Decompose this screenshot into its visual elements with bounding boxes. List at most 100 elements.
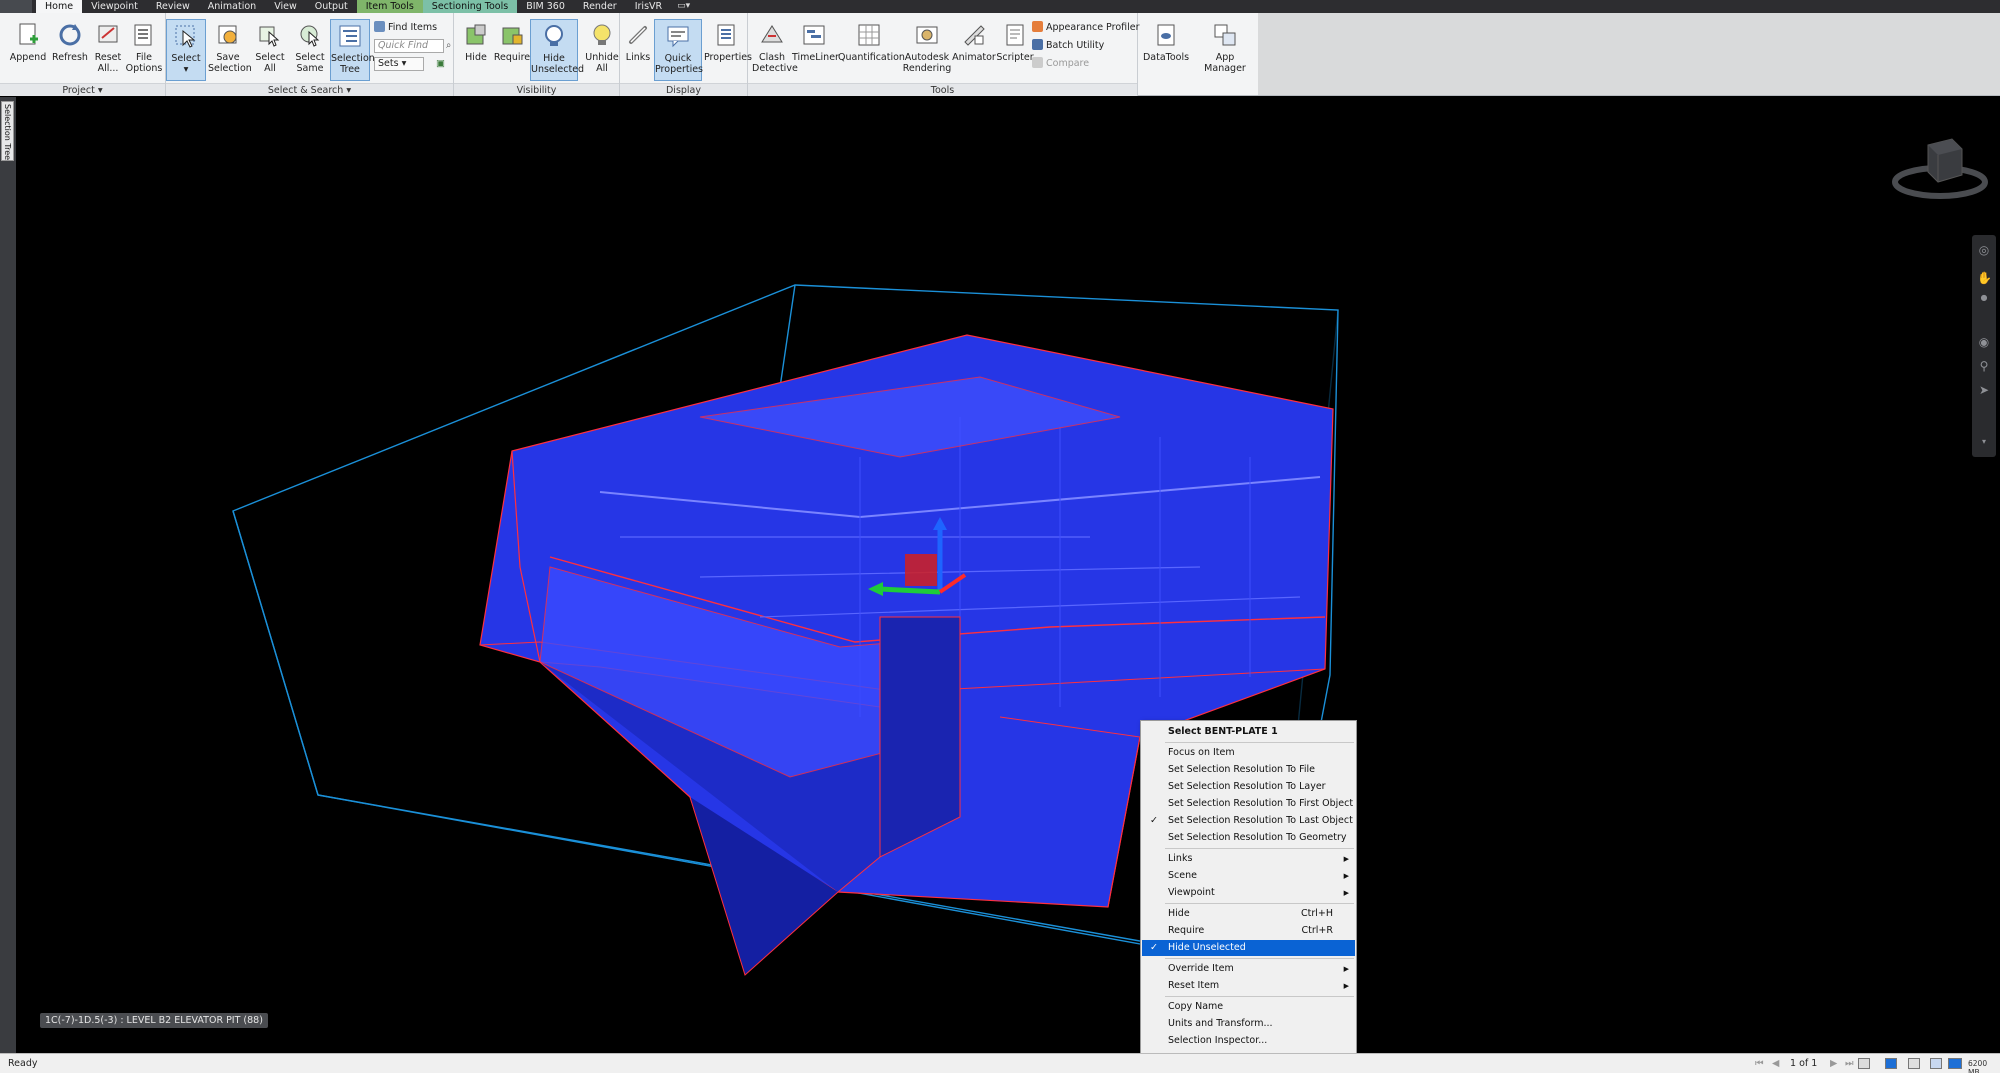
- select-same-button[interactable]: Select Same: [290, 19, 330, 81]
- autodesk-rendering-button[interactable]: Autodesk Rendering: [902, 19, 952, 81]
- quick-find-search-icon[interactable]: ⌕: [446, 39, 451, 53]
- save-selection-button[interactable]: Save Selection: [208, 19, 252, 81]
- viewcube[interactable]: [1880, 127, 1990, 207]
- tab-bim360[interactable]: BIM 360: [517, 0, 574, 13]
- select-all-icon: [257, 22, 283, 48]
- menu-separator: [1165, 958, 1354, 959]
- tab-review[interactable]: Review: [147, 0, 199, 13]
- menu-item-resolution-last-object[interactable]: ✓ Set Selection Resolution To Last Object: [1142, 813, 1355, 829]
- tab-home[interactable]: Home: [36, 0, 83, 13]
- scripter-button[interactable]: Scripter: [996, 19, 1034, 81]
- properties-button[interactable]: Properties: [704, 19, 752, 81]
- quick-properties-button[interactable]: Quick Properties: [654, 19, 703, 81]
- require-button[interactable]: Require: [492, 19, 532, 81]
- datatools-button[interactable]: DataTools: [1142, 19, 1190, 81]
- tab-view[interactable]: View: [265, 0, 306, 13]
- menu-item-copy-name[interactable]: Copy Name: [1142, 999, 1355, 1015]
- compare-button[interactable]: Compare: [1032, 57, 1089, 71]
- select-cursor-icon: [173, 23, 199, 49]
- animator-button[interactable]: Animator: [952, 19, 996, 81]
- select-arrow-icon[interactable]: ➤: [1977, 383, 1991, 397]
- append-icon: [15, 22, 41, 48]
- sets-manage-icon[interactable]: ▣: [436, 57, 445, 71]
- file-options-button[interactable]: File Options: [124, 19, 164, 81]
- find-items-button[interactable]: Find Items: [374, 21, 437, 35]
- menu-item-resolution-layer[interactable]: Set Selection Resolution To Layer: [1142, 779, 1355, 795]
- model-scene[interactable]: [0, 97, 2000, 1053]
- tab-animation[interactable]: Animation: [199, 0, 265, 13]
- panel-select-search: Select ▾ Save Selection Select All Selec…: [166, 13, 454, 96]
- app-manager-button[interactable]: App Manager: [1194, 19, 1256, 81]
- panel-extra: DataTools App Manager: [1138, 13, 1258, 96]
- select-all-button[interactable]: Select All: [250, 19, 290, 81]
- hide-unselected-button[interactable]: Hide Unselected: [530, 19, 584, 81]
- memory-usage: 6200 MB: [1968, 1059, 1988, 1073]
- clash-detective-button[interactable]: Clash Detective: [752, 19, 798, 81]
- quantification-button[interactable]: Quantification: [838, 19, 905, 81]
- links-button[interactable]: Links: [622, 19, 654, 81]
- selection-tree-icon: [337, 23, 363, 49]
- selection-tree-button[interactable]: Selection Tree: [330, 19, 375, 81]
- tab-render[interactable]: Render: [574, 0, 626, 13]
- tab-item-tools[interactable]: Item Tools: [356, 0, 423, 13]
- select-same-icon: [297, 22, 323, 48]
- append-button[interactable]: Append: [8, 19, 48, 81]
- menu-item-override-item[interactable]: Override Item ▶: [1142, 961, 1355, 977]
- status-bar: Ready ⏮ ◀ 1 of 1 ▶ ⏭ 6200 MB: [0, 1053, 2000, 1073]
- refresh-button[interactable]: Refresh: [50, 19, 90, 81]
- menu-item-selection-inspector[interactable]: Selection Inspector...: [1142, 1033, 1355, 1049]
- first-sheet-icon[interactable]: ⏮: [1755, 1058, 1767, 1069]
- sheet-browser-icon[interactable]: [1858, 1058, 1870, 1069]
- menu-item-viewpoint[interactable]: Viewpoint ▶: [1142, 885, 1355, 901]
- menu-item-focus-on-item[interactable]: Focus on Item: [1142, 745, 1355, 761]
- tab-viewpoint[interactable]: Viewpoint: [82, 0, 147, 13]
- zoom-dot-icon[interactable]: ●: [1977, 291, 1991, 305]
- tab-output[interactable]: Output: [306, 0, 357, 13]
- menu-separator: [1165, 903, 1354, 904]
- datatools-icon: [1153, 22, 1179, 48]
- pan-hand-icon[interactable]: ✋: [1977, 271, 1992, 285]
- panel-visibility: Hide Require Hide Unselected Unhide All …: [454, 13, 620, 96]
- panel-select-search-label[interactable]: Select & Search ▾: [166, 83, 453, 96]
- 3d-viewport[interactable]: Selection Tree ◎ ✋ ● ◉ ⚲ ➤ ▾ 1C(-7)-1D.5…: [0, 97, 2000, 1054]
- menu-item-hide-unselected[interactable]: ✓ Hide Unselected: [1142, 940, 1355, 956]
- reset-all-button[interactable]: Reset All...: [88, 19, 128, 81]
- timeliner-button[interactable]: TimeLiner: [792, 19, 839, 81]
- navbar-menu-icon[interactable]: ▾: [1977, 435, 1991, 449]
- next-sheet-icon[interactable]: ▶: [1830, 1058, 1842, 1069]
- panel-project-label[interactable]: Project ▾: [0, 83, 165, 96]
- walk-icon[interactable]: ⚲: [1977, 359, 1991, 373]
- menu-item-reset-item[interactable]: Reset Item ▶: [1142, 978, 1355, 994]
- menu-item-scene[interactable]: Scene ▶: [1142, 868, 1355, 884]
- submenu-arrow-icon: ▶: [1343, 889, 1349, 897]
- scripter-scroll-icon: [1002, 22, 1028, 48]
- menu-item-require[interactable]: Require Ctrl+R: [1142, 923, 1355, 939]
- appearance-profiler-button[interactable]: Appearance Profiler: [1032, 21, 1140, 35]
- menu-item-hide[interactable]: Hide Ctrl+H: [1142, 906, 1355, 922]
- tab-irisvr[interactable]: IrisVR: [626, 0, 671, 13]
- ribbon-options-icon[interactable]: ▭▾: [671, 0, 696, 13]
- prev-sheet-icon[interactable]: ◀: [1772, 1058, 1784, 1069]
- model-info-label: 1C(-7)-1D.5(-3) : LEVEL B2 ELEVATOR PIT …: [40, 1013, 268, 1028]
- menu-item-units-transform[interactable]: Units and Transform...: [1142, 1016, 1355, 1032]
- tab-sectioning-tools[interactable]: Sectioning Tools: [422, 0, 518, 13]
- unhide-all-button[interactable]: Unhide All: [582, 19, 622, 81]
- quick-find-field[interactable]: Quick Find: [374, 39, 444, 53]
- sets-dropdown[interactable]: Sets ▾: [374, 57, 424, 71]
- orbit-icon[interactable]: ◉: [1977, 335, 1991, 349]
- selection-tree-side-tab[interactable]: Selection Tree: [1, 101, 14, 161]
- select-button[interactable]: Select ▾: [166, 19, 206, 81]
- menu-item-resolution-geometry[interactable]: Set Selection Resolution To Geometry: [1142, 830, 1355, 846]
- menu-item-resolution-file[interactable]: Set Selection Resolution To File: [1142, 762, 1355, 778]
- menu-item-select-item[interactable]: Select BENT-PLATE 1: [1142, 724, 1355, 740]
- steering-wheel-icon[interactable]: ◎: [1977, 243, 1991, 257]
- menu-item-links[interactable]: Links ▶: [1142, 851, 1355, 867]
- last-sheet-icon[interactable]: ⏭: [1845, 1058, 1857, 1069]
- batch-utility-button[interactable]: Batch Utility: [1032, 39, 1104, 53]
- timeliner-icon: [801, 22, 827, 48]
- panel-tools-label: Tools: [748, 83, 1137, 96]
- ribbon-empty-area: [1258, 13, 2000, 96]
- application-menu-button[interactable]: [0, 0, 32, 13]
- hide-button[interactable]: Hide: [456, 19, 496, 81]
- menu-item-resolution-first-object[interactable]: Set Selection Resolution To First Object: [1142, 796, 1355, 812]
